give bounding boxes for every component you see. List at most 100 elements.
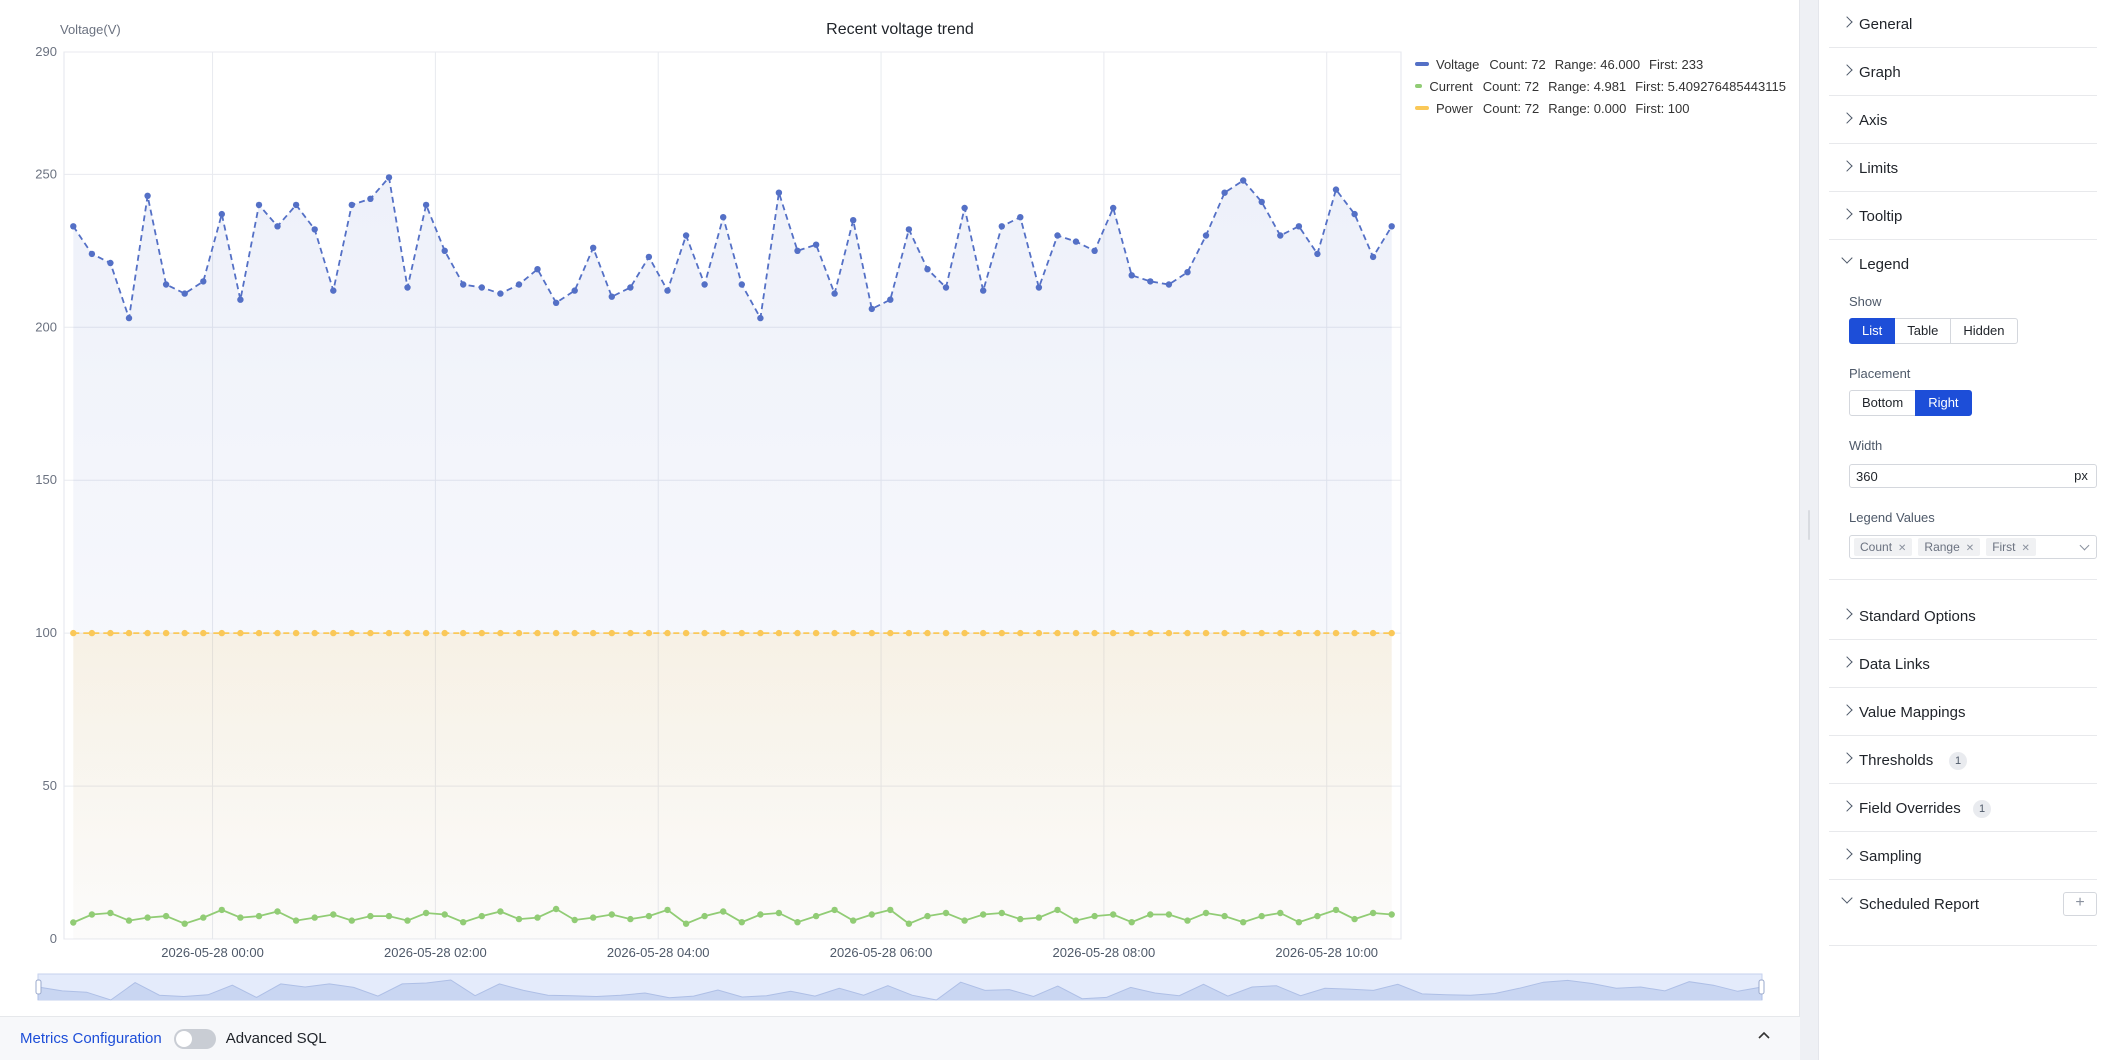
legend-first: First: 100: [1635, 100, 1690, 116]
data-point-current: [274, 908, 281, 915]
data-point-current: [794, 919, 801, 926]
legend-width-unit: px: [2074, 468, 2088, 483]
legend-item-power[interactable]: Power Count: 72 Range: 0.000 First: 100: [1415, 97, 1795, 119]
section-limits[interactable]: Limits: [1829, 144, 2097, 192]
section-label: Tooltip: [1859, 208, 1903, 225]
close-icon[interactable]: ✕: [1966, 543, 1974, 554]
plus-icon[interactable]: +: [2063, 892, 2097, 916]
section-thresholds[interactable]: Thresholds 1: [1829, 736, 2097, 784]
data-zoom-handle-left[interactable]: [35, 979, 42, 995]
data-point-current: [404, 917, 411, 924]
data-point-power: [1035, 629, 1043, 637]
section-scheduled-report[interactable]: Scheduled Report +: [1829, 880, 2097, 946]
x-tick-label: 2026-05-28 02:00: [384, 945, 487, 960]
section-general[interactable]: General: [1829, 0, 2097, 48]
data-point-voltage: [1035, 284, 1043, 291]
data-point-current: [998, 909, 1005, 917]
data-point-power: [367, 629, 374, 637]
data-zoom-slider[interactable]: [35, 973, 1765, 1001]
data-point-voltage: [608, 293, 615, 300]
data-point-power: [571, 629, 578, 637]
data-point-voltage: [645, 253, 653, 261]
section-data-links[interactable]: Data Links: [1829, 640, 2097, 688]
y-tick-label: 50: [43, 778, 57, 793]
close-icon[interactable]: ✕: [2022, 543, 2030, 554]
data-point-voltage: [682, 232, 690, 239]
data-point-voltage: [385, 174, 393, 181]
toggle-knob: [175, 1030, 192, 1047]
legend-placement-right-button[interactable]: Right: [1915, 390, 1972, 416]
data-point-current: [1128, 919, 1135, 926]
chevron-right-icon: [1841, 112, 1853, 124]
data-point-power: [181, 629, 188, 637]
data-point-current: [534, 914, 541, 921]
data-point-current: [1388, 911, 1395, 918]
legend-show-segmented: List Table Hidden: [1849, 318, 2018, 344]
chevron-up-icon[interactable]: [1754, 1029, 1774, 1049]
data-zoom-handle-right[interactable]: [1758, 979, 1765, 995]
legend-count: Count: 72: [1482, 78, 1540, 94]
data-point-power: [422, 629, 430, 637]
data-point-voltage: [1184, 269, 1191, 276]
data-point-current: [292, 917, 300, 924]
data-point-power: [404, 629, 411, 637]
y-tick-label: 250: [35, 166, 57, 181]
legend-range: Range: 4.981: [1548, 78, 1627, 94]
y-tick-label: 100: [35, 625, 57, 640]
data-point-current: [348, 917, 355, 924]
data-point-power: [850, 629, 857, 637]
data-point-power: [1240, 629, 1247, 637]
data-point-voltage: [998, 223, 1005, 230]
data-point-power: [237, 629, 244, 637]
legend-name: Voltage: [1436, 56, 1480, 72]
data-point-current: [144, 914, 151, 921]
legend-width-input[interactable]: 360 px: [1849, 464, 2097, 488]
legend-values-select[interactable]: Count ✕ Range ✕ First ✕: [1849, 535, 2097, 559]
data-point-power: [1202, 629, 1210, 637]
advanced-sql-toggle[interactable]: [173, 1028, 216, 1049]
data-point-current: [1332, 906, 1340, 914]
data-point-power: [980, 629, 987, 637]
close-icon[interactable]: ✕: [1898, 543, 1906, 554]
data-point-voltage: [1388, 223, 1395, 230]
data-point-power: [1351, 629, 1358, 637]
data-point-voltage: [404, 284, 411, 291]
data-point-power: [1184, 629, 1191, 637]
section-sampling[interactable]: Sampling: [1829, 832, 2097, 880]
section-graph[interactable]: Graph: [1829, 48, 2097, 96]
tag-label: Count: [1860, 540, 1893, 554]
data-point-voltage: [1314, 250, 1321, 258]
data-point-voltage: [1202, 232, 1210, 239]
data-point-voltage: [794, 247, 801, 254]
series-areas: [73, 177, 1392, 939]
section-standard-options[interactable]: Standard Options: [1829, 592, 2097, 640]
section-label: Axis: [1859, 112, 1888, 129]
legend-item-current[interactable]: Current Count: 72 Range: 4.981 First: 5.…: [1415, 75, 1795, 97]
data-point-current: [1054, 906, 1061, 914]
legend-placement-bottom-button[interactable]: Bottom: [1849, 390, 1917, 416]
data-point-current: [1277, 909, 1284, 917]
chevron-right-icon: [1841, 704, 1853, 716]
section-axis[interactable]: Axis: [1829, 96, 2097, 144]
section-tooltip[interactable]: Tooltip: [1829, 192, 2097, 240]
data-point-power: [330, 629, 337, 637]
legend-show-label: Show: [1849, 294, 1882, 309]
legend-show-table-button[interactable]: Table: [1894, 318, 1952, 344]
chevron-right-icon: [1841, 160, 1853, 172]
chevron-right-icon: [1841, 64, 1853, 76]
legend-show-list-button[interactable]: List: [1849, 318, 1896, 344]
metrics-configuration-tab[interactable]: Metrics Configuration: [20, 1030, 162, 1047]
data-point-power: [1110, 629, 1117, 637]
data-point-voltage: [1240, 177, 1247, 184]
data-point-current: [1165, 911, 1173, 918]
data-point-power: [812, 629, 820, 637]
section-field-overrides[interactable]: Field Overrides 1: [1829, 784, 2097, 832]
legend-item-voltage[interactable]: Voltage Count: 72 Range: 46.000 First: 2…: [1415, 53, 1795, 75]
data-point-voltage: [571, 287, 578, 294]
legend-show-hidden-button[interactable]: Hidden: [1950, 318, 2018, 344]
section-value-mappings[interactable]: Value Mappings: [1829, 688, 2097, 736]
data-point-current: [664, 906, 671, 914]
data-point-current: [887, 906, 894, 914]
panel-resize-handle[interactable]: [1808, 510, 1810, 540]
data-point-voltage: [1221, 189, 1228, 196]
